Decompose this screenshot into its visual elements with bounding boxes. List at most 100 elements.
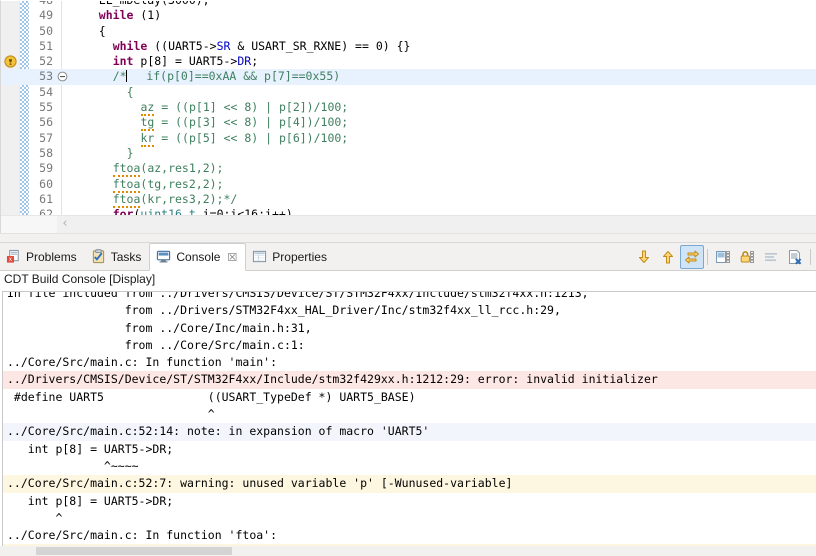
line-number: 50	[39, 23, 53, 38]
code-line[interactable]: 59 ftoa(az,res1,2);	[1, 161, 816, 178]
console-line: #define UART5 ((USART_TypeDef *) UART5_B…	[7, 389, 416, 404]
code-line[interactable]: 49 while (1)	[1, 8, 816, 23]
tasks-icon	[92, 249, 104, 264]
console-line: ^~~~~	[7, 458, 139, 473]
code-text: tg = ((p[3] << 8) | p[4])/100;	[71, 115, 349, 132]
line-number: 48	[27, 1, 53, 8]
tab-console[interactable]: Console ☒	[149, 243, 247, 271]
lock-console-button[interactable]	[735, 245, 759, 269]
toolbar-divider-2	[810, 248, 811, 265]
code-line[interactable]: 51 while ((UART5->SR & USART_SR_RXNE) == …	[1, 39, 816, 54]
code-line[interactable]: 55 az = ((p[1] << 8) | p[2])/100;	[1, 100, 816, 117]
code-text: LL_mDelay(3000);	[71, 1, 210, 8]
code-text: {	[71, 24, 106, 39]
code-line[interactable]: 53 /* if(p[0]==0xAA && p[7]==0x55)	[1, 69, 816, 85]
code-token: int	[112, 54, 134, 69]
code-token: {	[98, 23, 106, 38]
editor-hscroll-track[interactable]	[1, 216, 57, 233]
properties-icon	[253, 250, 267, 263]
code-lines[interactable]: 48 LL_mDelay(3000); 49 while (1) 50 {51 while …	[1, 1, 816, 216]
code-text: /* if(p[0]==0xAA && p[7]==0x55)	[71, 69, 341, 84]
tab-problems[interactable]: x Problems	[0, 244, 85, 270]
console-line: ../Core/Src/main.c: In function 'ftoa':	[7, 528, 278, 543]
chevron-left-icon[interactable]: ‹	[58, 217, 72, 231]
arrow-up-icon	[663, 250, 673, 263]
code-text: while (1)	[71, 8, 161, 23]
view-tab-bar: x Problems Tasks Console ☒ Properties	[0, 243, 816, 271]
code-line[interactable]: 58}	[1, 146, 816, 161]
code-token: = ((p[3] << 8) | p[4])/100;	[154, 115, 349, 130]
console-line: ../Drivers/CMSIS/Device/ST/STM32F4xx/Inc…	[3, 371, 816, 389]
problems-icon: x	[6, 249, 22, 265]
console-horizontal-scrollbar[interactable]	[36, 547, 232, 555]
toolbar-divider	[707, 248, 708, 265]
pane-splitter[interactable]	[0, 233, 816, 242]
code-token: (az,res1,2);	[140, 161, 224, 176]
console-icon	[157, 250, 171, 263]
code-token: ftoa	[112, 191, 141, 208]
fold-collapse-icon[interactable]	[56, 69, 68, 84]
code-line[interactable]: 48 LL_mDelay(3000);	[1, 1, 816, 8]
code-token: tg	[140, 115, 155, 132]
console-view: x Problems Tasks Console ☒ Properties CD…	[0, 242, 816, 556]
lock-icon	[740, 250, 754, 263]
code-text: while ((UART5->SR & USART_SR_RXNE) == 0)…	[71, 39, 411, 54]
code-line[interactable]: 60 ftoa(tg,res2,2);	[1, 176, 816, 193]
scroll-down-button[interactable]	[632, 245, 656, 269]
code-line[interactable]: 61 ftoa(kr,res3,2);*/	[1, 191, 816, 208]
console-line: from ../Drivers/STM32F4xx_HAL_Driver/Inc…	[7, 303, 561, 318]
line-number: 61	[39, 191, 53, 206]
console-line: ^	[7, 407, 215, 422]
pin-console-icon	[716, 250, 730, 263]
tasks-icon	[91, 249, 107, 265]
console-line: ^	[7, 510, 63, 525]
tab-tasks[interactable]: Tasks	[85, 244, 150, 270]
code-token: = ((p[5] << 8) | p[6])/100;	[154, 130, 349, 145]
view-tabs[interactable]: x Problems Tasks Console ☒ Properties	[0, 243, 335, 271]
code-token: (tg,res2,2);	[140, 176, 224, 191]
code-text: {	[71, 85, 134, 100]
problems-icon: x	[6, 249, 19, 263]
code-line[interactable]: 50 {	[1, 24, 816, 39]
console-output[interactable]: In file included from ../Drivers/CMSIS/D…	[3, 292, 816, 556]
editor-scroll-area[interactable]: 48 LL_mDelay(3000); 49 while (1) 50 {51 while …	[1, 1, 816, 216]
properties-icon	[252, 249, 268, 265]
code-token: = ((p[1] << 8) | p[2])/100;	[154, 100, 349, 115]
code-token: kr	[140, 130, 155, 147]
editor-horizontal-scrollbar[interactable]: ‹	[1, 215, 816, 233]
tab-properties[interactable]: Properties	[246, 244, 335, 270]
code-line[interactable]: 56 tg = ((p[3] << 8) | p[4])/100;	[1, 115, 816, 132]
code-token: p[8] = UART5->	[133, 54, 238, 69]
code-token: (	[161, 1, 168, 7]
clear-console-button[interactable]	[759, 245, 783, 269]
scroll-lock-icon	[685, 250, 699, 263]
code-editor-pane[interactable]: 48 LL_mDelay(3000); 49 while (1) 50 {51 while …	[0, 0, 816, 233]
console-line: from ../Core/Src/main.c:1:	[7, 337, 305, 352]
code-text: ftoa(az,res1,2);	[71, 161, 224, 178]
code-text: }	[71, 146, 134, 161]
line-number: 58	[39, 145, 53, 160]
code-line[interactable]: 52 int p[8] = UART5->DR;	[1, 54, 816, 69]
scroll-lock-button[interactable]	[680, 244, 704, 269]
line-number: 53	[39, 69, 53, 84]
remove-console-button[interactable]	[783, 245, 807, 269]
warning-marker-icon[interactable]	[4, 55, 17, 68]
scroll-up-button[interactable]	[656, 245, 680, 269]
code-token: while	[98, 8, 134, 23]
line-number: 52	[39, 54, 53, 69]
svg-text:x: x	[9, 256, 12, 263]
code-token: ;	[251, 54, 259, 69]
code-line[interactable]: 57 kr = ((p[5] << 8) | p[6])/100;	[1, 130, 816, 147]
console-output-box[interactable]: In file included from ../Drivers/CMSIS/D…	[2, 291, 816, 556]
remove-page-icon	[789, 249, 802, 265]
code-token: ftoa	[112, 161, 141, 178]
line-number: 60	[39, 176, 53, 191]
code-token: DR	[237, 54, 252, 69]
code-token: }	[126, 145, 134, 160]
code-token: (1)	[133, 8, 162, 23]
pin-console-button[interactable]	[711, 245, 735, 269]
close-icon[interactable]: ☒	[227, 251, 237, 264]
tab-label: Tasks	[110, 250, 142, 264]
code-line[interactable]: 54 {	[1, 85, 816, 100]
console-line: ../Core/Src/main.c:52:7: warning: unused…	[3, 475, 816, 493]
